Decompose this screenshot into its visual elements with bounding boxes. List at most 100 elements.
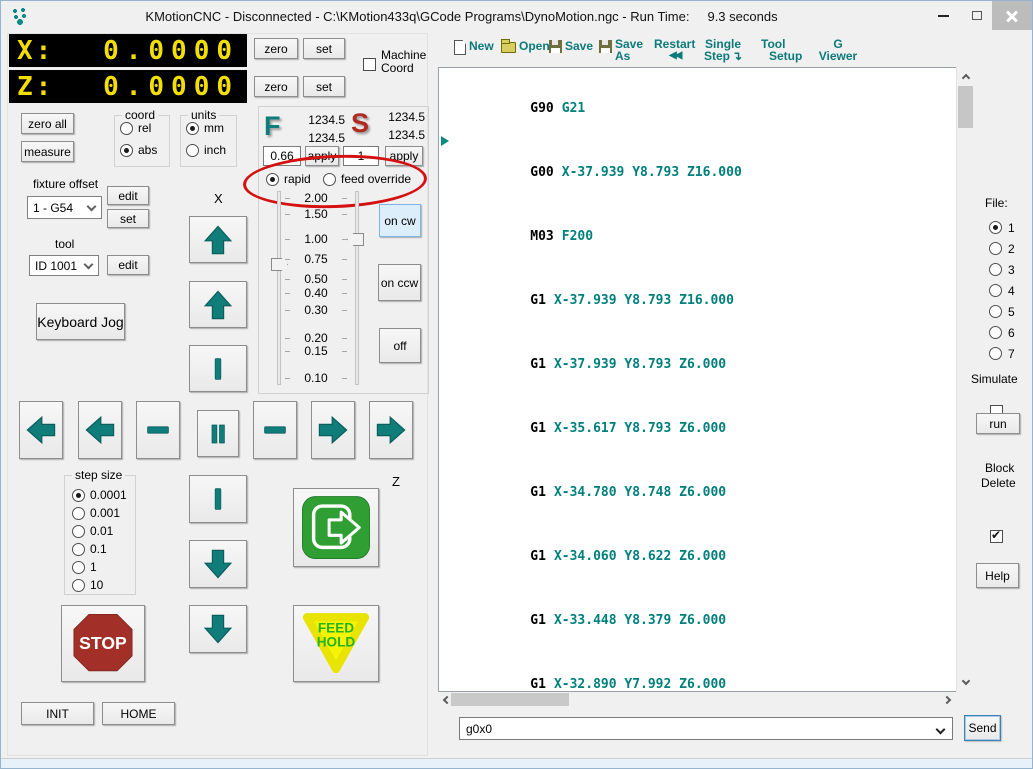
file-radio-option[interactable]: 5	[989, 301, 1015, 322]
set-x-button[interactable]: set	[303, 38, 345, 59]
toolbar-save-as-button[interactable]: Save As	[599, 38, 643, 62]
zero-all-button[interactable]: zero all	[21, 113, 74, 134]
home-button[interactable]: HOME	[102, 702, 175, 725]
gcode-horizontal-scrollbar[interactable]	[438, 692, 956, 707]
feedrate-apply-button[interactable]: apply	[305, 146, 339, 166]
tool-edit-button[interactable]: edit	[107, 255, 149, 275]
spindle-input[interactable]	[343, 146, 379, 166]
jog-z-minus-slow-button[interactable]	[78, 401, 122, 459]
file-radio[interactable]	[989, 347, 1002, 360]
file-radio-option[interactable]: 1	[989, 217, 1015, 238]
file-radio[interactable]	[989, 326, 1002, 339]
feedrate-input[interactable]	[263, 146, 301, 166]
jog-x-minus-fast-button[interactable]	[189, 605, 247, 653]
step-size-radio[interactable]	[72, 524, 85, 538]
horizontal-scroll-thumb[interactable]	[451, 693, 569, 706]
toolbar-restart-button[interactable]: Restart ◀◀	[654, 38, 695, 62]
fixture-offset-select[interactable]: 1 - G54	[27, 196, 102, 219]
spindle-on-cw-button[interactable]: on cw	[379, 204, 421, 237]
jog-z-minus-step-button[interactable]	[136, 401, 180, 459]
fixture-set-button[interactable]: set	[107, 209, 149, 228]
coord-rel-option[interactable]: rel	[120, 121, 151, 135]
step-size-radio[interactable]	[72, 506, 85, 520]
spindle-slider-track[interactable]	[355, 191, 359, 385]
step-size-option[interactable]: 1	[72, 558, 127, 576]
jog-x-stop-button[interactable]	[189, 345, 247, 392]
measure-button[interactable]: measure	[21, 141, 74, 162]
machine-coord-checkbox[interactable]	[363, 58, 376, 71]
block-delete-checkbox[interactable]	[990, 528, 1003, 543]
run-button[interactable]: run	[976, 413, 1020, 434]
feed-override-option[interactable]: feed override	[323, 172, 411, 186]
file-radio[interactable]	[989, 242, 1002, 255]
scroll-up-button[interactable]	[958, 69, 973, 84]
rapid-radio[interactable]	[266, 172, 279, 186]
init-button[interactable]: INIT	[21, 702, 94, 725]
spindle-on-ccw-button[interactable]: on ccw	[378, 264, 421, 301]
jog-x-minus-stop-button[interactable]	[189, 475, 247, 523]
step-size-option[interactable]: 0.0001	[72, 486, 127, 504]
file-radio[interactable]	[989, 305, 1002, 318]
file-radio[interactable]	[989, 221, 1002, 234]
coord-abs-radio[interactable]	[120, 143, 133, 157]
coord-rel-radio[interactable]	[120, 121, 133, 135]
set-z-button[interactable]: set	[303, 76, 345, 97]
jog-z-plus-fast-button[interactable]	[369, 401, 413, 459]
pause-button[interactable]	[197, 410, 239, 457]
file-radio[interactable]	[989, 263, 1002, 276]
file-radio-option[interactable]: 6	[989, 322, 1015, 343]
spindle-off-button[interactable]: off	[379, 328, 421, 363]
minimize-button[interactable]	[928, 1, 958, 30]
file-radio-option[interactable]: 7	[989, 343, 1015, 364]
step-size-radio[interactable]	[72, 488, 85, 502]
close-button[interactable]	[992, 1, 1032, 30]
mdi-command-combobox[interactable]: g0x0	[459, 717, 953, 740]
coord-abs-option[interactable]: abs	[120, 143, 157, 157]
toolbar-open-button[interactable]: Open	[501, 39, 550, 53]
toolbar-single-step-button[interactable]: Single Step ↴	[704, 38, 742, 62]
step-size-option[interactable]: 0.01	[72, 522, 127, 540]
step-size-radio[interactable]	[72, 560, 85, 574]
file-radio-option[interactable]: 4	[989, 280, 1015, 301]
feed-override-radio[interactable]	[323, 172, 336, 186]
maximize-button[interactable]	[962, 1, 992, 30]
gcode-text[interactable]: G90 G21 G00 X-37.939 Y8.793 Z16.000 M03 F20…	[439, 69, 956, 691]
step-size-radio[interactable]	[72, 542, 85, 556]
units-mm-radio[interactable]	[186, 121, 199, 135]
jog-z-minus-fast-button[interactable]	[19, 401, 63, 459]
jog-x-plus-fast-button[interactable]	[189, 216, 247, 263]
file-radio-option[interactable]: 3	[989, 259, 1015, 280]
jog-z-plus-step-button[interactable]	[253, 401, 297, 459]
cycle-start-button[interactable]	[293, 488, 379, 567]
toolbar-save-button[interactable]: Save	[549, 40, 593, 53]
toolbar-new-button[interactable]: New	[454, 40, 494, 55]
fixture-edit-button[interactable]: edit	[107, 186, 149, 205]
vertical-scroll-thumb[interactable]	[958, 86, 973, 128]
jog-x-plus-slow-button[interactable]	[189, 281, 247, 328]
jog-x-minus-slow-button[interactable]	[189, 540, 247, 588]
gcode-editor[interactable]: G90 G21 G00 X-37.939 Y8.793 Z16.000 M03 F20…	[438, 67, 957, 692]
keyboard-jog-button[interactable]: Keyboard Jog	[36, 303, 125, 340]
units-mm-option[interactable]: mm	[186, 121, 224, 135]
title-bar[interactable]: KMotionCNC - Disconnected - C:\KMotion43…	[1, 1, 1032, 31]
feed-hold-button[interactable]: FEED HOLD	[293, 605, 379, 682]
toolbar-tool-setup-button[interactable]: Tool Setup	[761, 38, 802, 62]
file-radio[interactable]	[989, 284, 1002, 297]
scroll-down-button[interactable]	[958, 675, 973, 690]
zero-x-button[interactable]: zero	[254, 38, 298, 59]
toolbar-g-viewer-button[interactable]: G Viewer	[815, 38, 861, 62]
units-inch-option[interactable]: inch	[186, 143, 226, 157]
file-radio-option[interactable]: 2	[989, 238, 1015, 259]
step-size-option[interactable]: 10	[72, 576, 127, 594]
rapid-option[interactable]: rapid	[266, 172, 311, 186]
zero-z-button[interactable]: zero	[254, 76, 298, 97]
step-size-option[interactable]: 0.1	[72, 540, 127, 558]
feedrate-slider-track[interactable]	[277, 191, 281, 385]
spindle-apply-button[interactable]: apply	[385, 146, 423, 166]
send-button[interactable]: Send	[964, 715, 1001, 741]
help-button[interactable]: Help	[976, 563, 1019, 588]
tool-select[interactable]: ID 1001	[29, 255, 99, 276]
step-size-option[interactable]: 0.001	[72, 504, 127, 522]
units-inch-radio[interactable]	[186, 143, 199, 157]
jog-z-plus-slow-button[interactable]	[311, 401, 355, 459]
